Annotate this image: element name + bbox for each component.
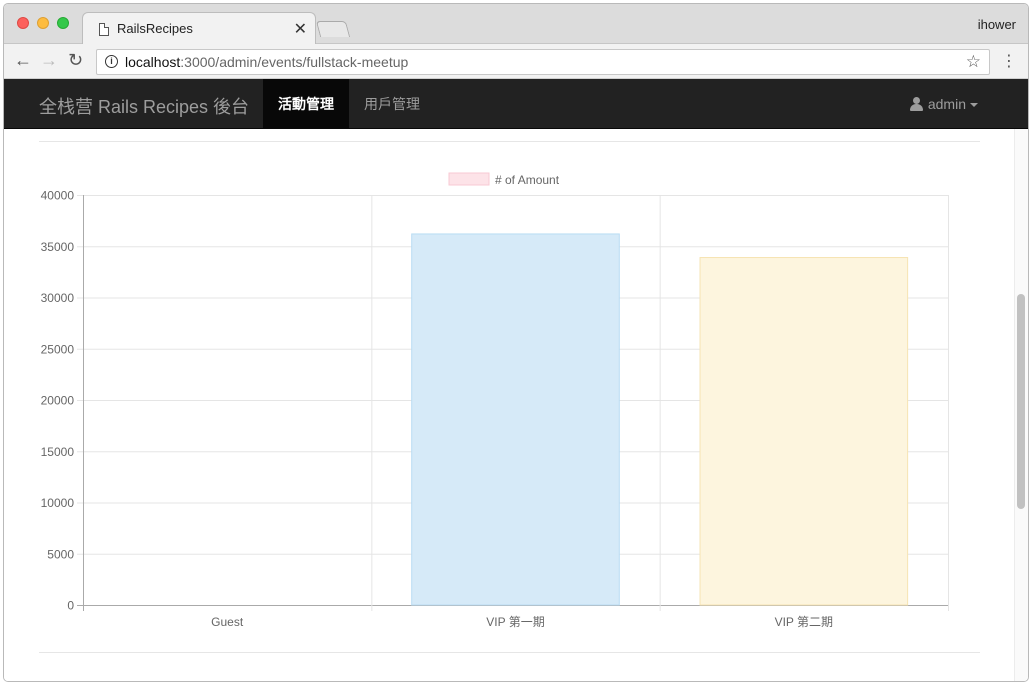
x-tick-label: Guest (211, 615, 244, 629)
bar-2 (699, 257, 909, 606)
url-host: localhost (125, 54, 181, 70)
main-content: # of Amount 0 5000 10000 15000 20000 25000 3000… (4, 129, 1016, 681)
x-tick-label: VIP 第二期 (775, 615, 833, 629)
bar-1 (411, 233, 620, 606)
caret-down-icon (970, 103, 978, 108)
brand-link[interactable]: 全栈营 Rails Recipes 後台 (39, 93, 249, 119)
legend-label: # of Amount (495, 173, 560, 187)
document-icon (99, 23, 109, 36)
y-tick-label: 35000 (41, 240, 75, 254)
y-tick-label: 10000 (41, 496, 75, 510)
nav-item-events[interactable]: 活動管理 (263, 79, 349, 129)
y-tick-label: 0 (67, 599, 74, 613)
user-dropdown[interactable]: admin (909, 79, 978, 129)
minimize-window-button[interactable] (37, 17, 49, 29)
user-label: admin (927, 96, 966, 112)
star-icon[interactable]: ☆ (966, 52, 981, 72)
close-window-button[interactable] (17, 17, 29, 29)
divider-bottom (39, 652, 980, 653)
divider-top (39, 141, 980, 142)
legend-swatch (448, 172, 490, 186)
address-bar[interactable]: i localhost:3000/admin/events/fullstack-… (96, 49, 990, 75)
y-tick-label: 25000 (41, 342, 75, 356)
more-vert-icon[interactable]: ⋮ (1001, 51, 1017, 71)
profile-name[interactable]: ihower (978, 17, 1016, 32)
tab-strip: RailsRecipes ✕ ihower (4, 4, 1028, 45)
y-tick-label: 15000 (41, 445, 75, 459)
url-text[interactable]: localhost:3000/admin/events/fullstack-me… (125, 54, 408, 70)
nav-item-users[interactable]: 用戶管理 (349, 79, 435, 129)
browser-window: RailsRecipes ✕ ihower ← → ↻ i localhost:… (3, 3, 1029, 682)
y-tick-label: 30000 (41, 291, 75, 305)
browser-toolbar: ← → ↻ i localhost:3000/admin/events/full… (4, 44, 1028, 79)
close-icon[interactable]: ✕ (294, 19, 307, 39)
scrollbar-thumb[interactable] (1017, 294, 1025, 509)
new-tab-button[interactable] (315, 21, 351, 37)
reload-icon[interactable]: ↻ (68, 50, 83, 71)
maximize-window-button[interactable] (57, 17, 69, 29)
x-tick-label: VIP 第一期 (486, 615, 544, 629)
arrow-left-icon[interactable]: ← (14, 50, 32, 71)
browser-tab[interactable]: RailsRecipes ✕ (82, 12, 316, 45)
y-tick-label: 20000 (41, 394, 75, 408)
user-icon (909, 97, 923, 111)
arrow-right-icon[interactable]: → (40, 50, 58, 71)
url-path: :3000/admin/events/fullstack-meetup (180, 54, 409, 70)
amount-bar-chart: # of Amount 0 5000 10000 15000 20000 25000 3000… (41, 172, 949, 629)
y-tick-label: 5000 (47, 547, 74, 561)
info-icon[interactable]: i (105, 55, 118, 68)
top-navbar: 全栈营 Rails Recipes 後台 活動管理 用戶管理 admin (4, 79, 1028, 129)
y-tick-label: 40000 (41, 189, 75, 203)
tab-title: RailsRecipes (117, 21, 193, 36)
